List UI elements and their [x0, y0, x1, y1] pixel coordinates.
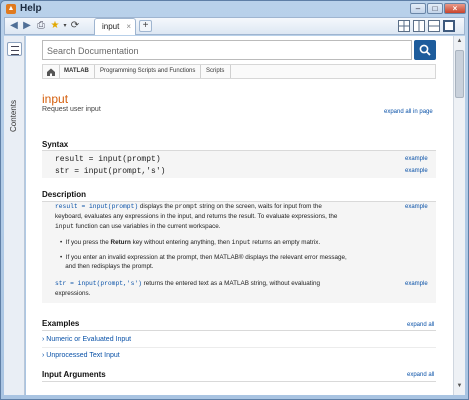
crumb-divider: [200, 65, 201, 78]
forward-arrow-icon[interactable]: ▶: [21, 20, 33, 32]
sidebar-contents-label[interactable]: Contents: [9, 100, 18, 132]
tab-input[interactable]: input ×: [94, 18, 136, 35]
title-bar[interactable]: ▲ Help – □ ×: [1, 1, 468, 17]
sidebar: Contents: [4, 36, 25, 395]
syntax-line-2: str = input(prompt,'s'): [55, 167, 166, 176]
bullet-text: key without entering anything, then: [130, 239, 232, 246]
add-tab-button[interactable]: +: [139, 20, 152, 32]
example-label: Unprocessed Text Input: [46, 352, 120, 359]
description-example-link-2[interactable]: example: [405, 281, 428, 287]
syntax-heading: Syntax: [42, 140, 69, 149]
doc-content: Search Documentation MATLAB Programming …: [26, 36, 453, 395]
maximize-button[interactable]: □: [427, 3, 443, 14]
crumb-divider: [230, 65, 231, 78]
desc-prompt-code: prompt: [174, 203, 198, 210]
vertical-scrollbar[interactable]: ▲ ▼: [453, 36, 465, 395]
toolbar: ◀ ▶ ⎙ ★ ▾ ⟳ input × +: [4, 17, 465, 35]
layout-grid-icon[interactable]: [398, 20, 410, 32]
expand-all-in-page-link[interactable]: expand all in page: [384, 109, 433, 115]
home-icon[interactable]: [46, 67, 56, 77]
example-divider: [42, 347, 436, 348]
input-arguments-heading: Input Arguments: [42, 370, 106, 379]
example-label: Numeric or Evaluated Input: [46, 336, 132, 343]
search-input[interactable]: Search Documentation: [42, 40, 412, 60]
input-arguments-divider: [42, 381, 436, 382]
crumb-divider: [94, 65, 95, 78]
examples-expand-all-link[interactable]: expand all: [407, 322, 434, 328]
syntax-example-link-2[interactable]: example: [405, 168, 428, 174]
search-placeholder: Search Documentation: [47, 46, 139, 56]
breadcrumb: MATLAB Programming Scripts and Functions…: [42, 64, 436, 79]
syntax-block: result = input(prompt) example str = inp…: [42, 150, 436, 178]
back-arrow-icon[interactable]: ◀: [8, 20, 20, 32]
syntax-line-1: result = input(prompt): [55, 155, 161, 164]
description-paragraph-2: str = input(prompt,'s') returns the ente…: [55, 279, 410, 299]
description-bullet-2: • If you enter an invalid expression at …: [60, 254, 347, 270]
page-subtitle: Request user input: [42, 106, 101, 113]
examples-heading: Examples: [42, 319, 80, 328]
window-title: Help: [20, 3, 42, 14]
examples-divider: [42, 330, 436, 331]
tab-close-icon[interactable]: ×: [126, 22, 131, 31]
description-bullet-1: • If you press the Return key without en…: [60, 239, 321, 246]
crumb-matlab[interactable]: MATLAB: [64, 68, 89, 74]
bullet-input-code: input: [231, 239, 251, 246]
desc-result-code: result = input(prompt): [55, 203, 139, 210]
syntax-example-link-1[interactable]: example: [405, 156, 428, 162]
close-window-button[interactable]: ×: [444, 3, 466, 14]
print-icon[interactable]: ⎙: [35, 20, 47, 32]
scroll-up-icon[interactable]: ▲: [455, 38, 464, 48]
search-icon: [419, 44, 431, 56]
scroll-down-icon[interactable]: ▼: [455, 383, 464, 393]
return-key-label: Return: [110, 239, 131, 246]
minimize-button[interactable]: –: [410, 3, 426, 14]
matlab-logo-icon: ▲: [6, 4, 16, 14]
desc-text: expressions.: [55, 290, 91, 297]
description-paragraph-1: result = input(prompt) displays the prom…: [55, 202, 410, 232]
scroll-thumb[interactable]: [455, 50, 464, 98]
layout-single-icon[interactable]: [443, 20, 455, 32]
desc-input-code: input: [55, 223, 74, 230]
search-button[interactable]: [414, 40, 436, 60]
desc-str-code: str = input(prompt,'s'): [55, 280, 142, 287]
help-window: ▲ Help – □ × ◀ ▶ ⎙ ★ ▾ ⟳ input × + Conte…: [0, 0, 469, 400]
desc-text: string on the screen, waits for input fr…: [197, 203, 322, 210]
refresh-icon[interactable]: ⟳: [69, 20, 81, 32]
layout-rows-icon[interactable]: [428, 20, 440, 32]
page-title: input: [42, 92, 69, 106]
bullet-text: returns an empty matrix.: [250, 239, 321, 246]
crumb-divider: [59, 65, 60, 78]
crumb-scripts[interactable]: Scripts: [206, 68, 224, 74]
input-arguments-expand-all-link[interactable]: expand all: [407, 372, 434, 378]
contents-toggle-icon[interactable]: [7, 42, 22, 56]
bullet-text: and then redisplays the prompt.: [65, 263, 154, 270]
example-text-input-link[interactable]: › Unprocessed Text Input: [42, 352, 120, 359]
desc-text: displays the: [138, 203, 175, 210]
desc-text: returns the entered text as a MATLAB str…: [141, 280, 320, 287]
example-numeric-input-link[interactable]: › Numeric or Evaluated Input: [42, 336, 131, 343]
description-heading: Description: [42, 190, 87, 199]
description-block: example result = input(prompt) displays …: [42, 201, 436, 303]
crumb-programming[interactable]: Programming Scripts and Functions: [100, 68, 195, 74]
bullet-text: If you enter an invalid expression at th…: [65, 254, 347, 261]
tab-label: input: [102, 22, 120, 31]
desc-text: function can use variables in the curren…: [73, 223, 221, 230]
layout-columns-icon[interactable]: [413, 20, 425, 32]
desc-text: keyboard, evaluates any expressions in t…: [55, 213, 338, 220]
bullet-text: If you press the: [65, 239, 111, 246]
